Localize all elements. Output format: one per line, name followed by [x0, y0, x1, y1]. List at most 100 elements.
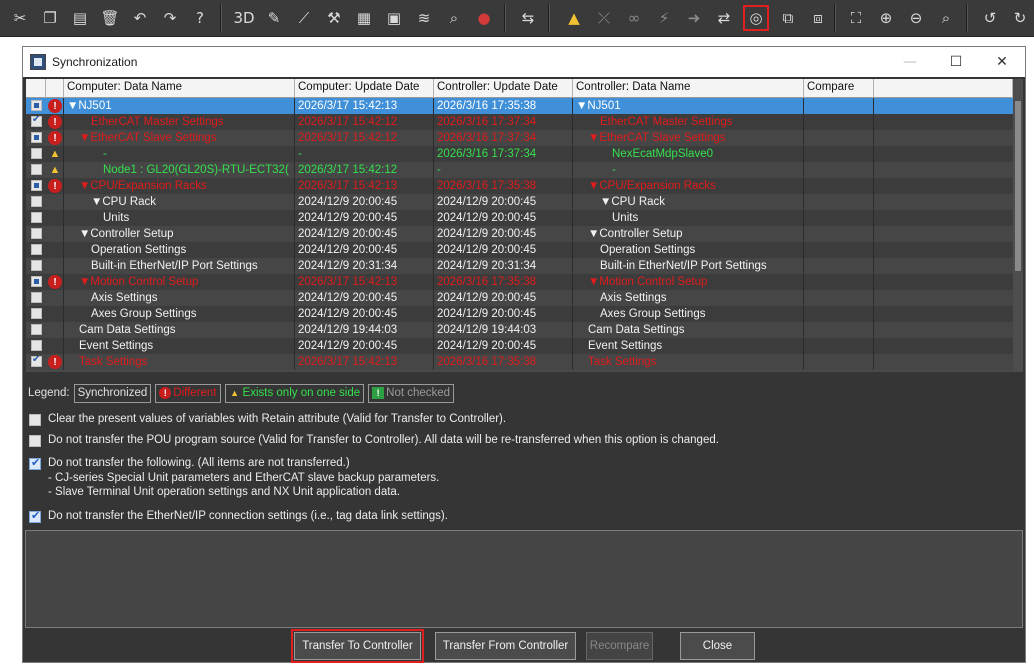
column-header[interactable]: Controller: Data Name [573, 79, 804, 98]
synchronize-icon[interactable]: ◎ [743, 5, 769, 31]
compare-cell[interactable] [804, 306, 874, 322]
table-scrollbar[interactable] [1013, 79, 1023, 372]
option-checkbox[interactable] [29, 456, 41, 470]
transfer-from-controller-button[interactable]: Transfer From Controller [435, 632, 576, 660]
row-checkbox[interactable] [31, 114, 42, 127]
minimize-button[interactable]: — [887, 47, 933, 77]
row-checkbox[interactable] [31, 100, 42, 111]
copy-icon[interactable]: ❐ [38, 6, 62, 30]
column-header[interactable]: Computer: Data Name [64, 79, 295, 98]
frame-icon[interactable]: ⛶ [844, 6, 868, 30]
row-checkbox[interactable] [31, 132, 42, 143]
compare-cell[interactable] [804, 162, 874, 178]
row-checkbox[interactable] [31, 180, 42, 191]
compare-cell[interactable] [804, 178, 874, 194]
table-row[interactable]: ! ▼CPU/Expansion Racks 2026/3/17 15:42:13 2… [26, 178, 1013, 194]
table-row[interactable]: Built-in EtherNet/IP Port Settings 2024/1… [26, 258, 1013, 274]
compare-cell[interactable] [804, 194, 874, 210]
paste-icon[interactable]: ▤ [68, 6, 92, 30]
scrollbar-thumb[interactable] [1015, 101, 1021, 271]
table-row[interactable]: Axes Group Settings 2024/12/9 20:00:45 202… [26, 306, 1013, 322]
delete-icon[interactable]: 🗑 [98, 6, 122, 30]
compare-cell[interactable] [804, 258, 874, 274]
signal-icon[interactable]: ≋ [412, 6, 436, 30]
stop-icon[interactable]: ● [472, 6, 496, 30]
table-row[interactable]: !Task Settings2026/3/17 15:42:132026/3/1… [26, 354, 1013, 370]
redo-icon[interactable]: ↷ [158, 6, 182, 30]
table-row[interactable]: ! ▼Motion Control Setup 2026/3/17 15:42:13… [26, 274, 1013, 290]
row-checkbox[interactable] [31, 354, 42, 367]
table-row[interactable]: Operation Settings 2024/12/9 20:00:45 2024… [26, 242, 1013, 258]
layout-icon[interactable]: ⧈ [806, 6, 830, 30]
option-checkbox[interactable] [29, 509, 41, 523]
column-header[interactable] [46, 79, 64, 98]
compare-cell[interactable] [804, 226, 874, 242]
zoom-in-icon[interactable]: ⊕ [874, 6, 898, 30]
line-icon[interactable]: ⟋ [292, 6, 316, 30]
tools-icon[interactable]: ⇄ [712, 6, 736, 30]
table-row[interactable]: ▼Controller Setup 2024/12/9 20:00:45 2024/… [26, 226, 1013, 242]
recompare-button[interactable]: Recompare [586, 632, 653, 660]
table-row[interactable]: ! ▼NJ501 2026/3/17 15:42:13 2026/3/16 17:35… [26, 98, 1013, 114]
compare-cell[interactable] [804, 114, 874, 130]
compare-cell[interactable] [804, 338, 874, 354]
compare-icon[interactable]: ⧉ [776, 6, 800, 30]
option-checkbox[interactable] [29, 414, 41, 426]
3d-view-icon[interactable]: 3D [232, 6, 256, 30]
table-row[interactable]: ▲ - -2026/3/16 17:37:34 NexEcatMdpSlave0 [26, 146, 1013, 162]
row-checkbox[interactable] [31, 292, 42, 303]
compare-cell[interactable] [804, 146, 874, 162]
table-row[interactable]: Cam Data Settings 2024/12/9 19:44:03 2024/… [26, 322, 1013, 338]
table-row[interactable]: Axis Settings 2024/12/9 20:00:45 2024/12/9… [26, 290, 1013, 306]
table-row[interactable]: Units 2024/12/9 20:00:45 2024/12/9 20:00:4… [26, 210, 1013, 226]
force-icon[interactable]: ⚡ [652, 6, 676, 30]
close-button[interactable]: Close [680, 632, 755, 660]
row-checkbox[interactable] [31, 228, 42, 239]
zoom-fit-icon[interactable]: ⌕ [934, 6, 958, 30]
compare-cell[interactable] [804, 290, 874, 306]
transfer-icon[interactable]: ➜ [682, 6, 706, 30]
column-header[interactable]: Compare [804, 79, 874, 98]
table-row[interactable]: ▼CPU Rack 2024/12/9 20:00:45 2024/12/9 20:… [26, 194, 1013, 210]
row-checkbox[interactable] [31, 196, 42, 207]
row-checkbox[interactable] [31, 148, 42, 159]
column-header[interactable] [874, 79, 1013, 98]
close-window-button[interactable]: ✕ [979, 47, 1025, 77]
help-icon[interactable]: ? [188, 6, 212, 30]
transfer-to-controller-button[interactable]: Transfer To Controller [291, 629, 424, 663]
search-icon[interactable]: ⌕ [442, 6, 466, 30]
table-row[interactable]: ▲ Node1 : GL20(GL20S)-RTU-ECT32(2026/3/17… [26, 162, 1013, 178]
offline-icon[interactable]: ⤫ [592, 6, 616, 30]
warning-icon[interactable]: ▲ [562, 6, 586, 30]
check-icon[interactable]: ▣ [382, 6, 406, 30]
row-checkbox[interactable] [31, 244, 42, 255]
row-checkbox[interactable] [31, 308, 42, 319]
row-checkbox[interactable] [31, 276, 42, 287]
compare-cell[interactable] [804, 322, 874, 338]
history-forward-icon[interactable]: ↻ [1008, 6, 1032, 30]
column-header[interactable] [26, 79, 46, 98]
edit-icon[interactable]: ✎ [262, 6, 286, 30]
row-checkbox[interactable] [31, 260, 42, 271]
online-icon[interactable]: ⇆ [516, 6, 540, 30]
row-checkbox[interactable] [31, 164, 42, 175]
row-checkbox[interactable] [31, 340, 42, 351]
zoom-out-icon[interactable]: ⊖ [904, 6, 928, 30]
monitor-icon[interactable]: ∞ [622, 6, 646, 30]
row-checkbox[interactable] [31, 212, 42, 223]
column-header[interactable]: Controller: Update Date [434, 79, 573, 98]
compare-cell[interactable] [804, 98, 874, 114]
row-checkbox[interactable] [31, 324, 42, 335]
cut-icon[interactable]: ✂ [8, 6, 32, 30]
compare-cell[interactable] [804, 354, 874, 370]
option-checkbox[interactable] [29, 435, 41, 447]
column-header[interactable]: Computer: Update Date [295, 79, 434, 98]
undo-icon[interactable]: ↶ [128, 6, 152, 30]
table-row[interactable]: !EtherCAT Master Settings2026/3/17 15:42… [26, 114, 1013, 130]
compare-cell[interactable] [804, 274, 874, 290]
table-row[interactable]: ! ▼EtherCAT Slave Settings 2026/3/17 15:42… [26, 130, 1013, 146]
maximize-button[interactable]: ☐ [933, 47, 979, 77]
compare-cell[interactable] [804, 130, 874, 146]
history-back-icon[interactable]: ↺ [978, 6, 1002, 30]
rebuild-icon[interactable]: ▦ [352, 6, 376, 30]
